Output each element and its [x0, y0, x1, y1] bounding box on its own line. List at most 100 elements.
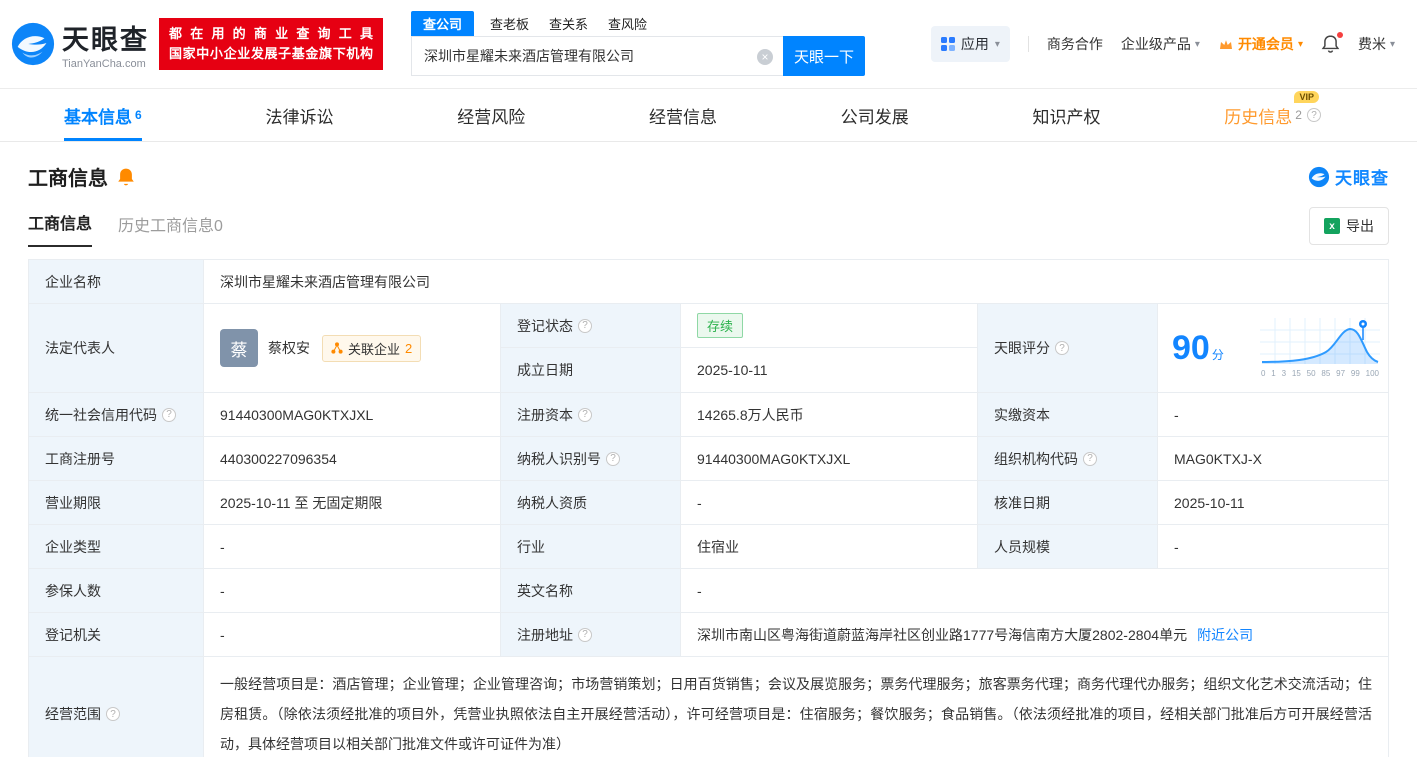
promo-line1: 都在用的商业查询工具 [169, 26, 373, 41]
label-insured-count: 参保人数 [29, 569, 204, 613]
label-organization-code: 组织机构代码 ? [978, 437, 1158, 481]
menu-divider [1027, 36, 1029, 52]
tab-history-info[interactable]: VIP 历史信息 2 ? [1224, 89, 1345, 141]
label-legal-representative: 法定代表人 [29, 304, 204, 393]
search-tab-boss[interactable]: 查老板 [490, 14, 529, 36]
chevron-down-icon: ▾ [1389, 38, 1395, 50]
value-paid-capital: - [1158, 393, 1388, 437]
label-company-type: 企业类型 [29, 525, 204, 569]
help-icon: ? [578, 318, 592, 333]
help-icon: ? [106, 707, 120, 721]
logo-name: 天眼查 [62, 25, 149, 55]
tab-count: 6 [135, 108, 142, 122]
chevron-down-icon: ▾ [994, 38, 1000, 50]
value-tianyan-score[interactable]: 90 分 0 1 3 15 50 85 97 99 100 [1158, 304, 1388, 393]
help-icon: ? [606, 451, 620, 466]
menu-open-vip[interactable]: 开通会员 ▾ [1218, 34, 1303, 54]
username: 费米 [1357, 36, 1386, 52]
tab-operation-risk[interactable]: 经营风险 [457, 89, 525, 141]
tab-count: 2 [1295, 108, 1302, 122]
apps-menu[interactable]: 应用 ▾ [930, 26, 1010, 62]
value-taxpayer-quality: - [681, 481, 978, 525]
search-tab-risk[interactable]: 查风险 [608, 14, 647, 36]
help-icon: ? [162, 407, 176, 422]
label-taxpayer-id: 纳税人识别号 ? [501, 437, 681, 481]
export-button[interactable]: x 导出 [1309, 207, 1389, 245]
menu-cooperation[interactable]: 商务合作 [1047, 34, 1103, 54]
promo-banner: 都在用的商业查询工具 国家中小企业发展子基金旗下机构 [159, 18, 383, 70]
subtab-history-business-info[interactable]: 历史工商信息0 [118, 212, 223, 247]
value-english-name: - [681, 569, 1388, 613]
value-registered-capital: 14265.8万人民币 [681, 393, 978, 437]
value-registration-number: 440300227096354 [204, 437, 501, 481]
value-industry: 住宿业 [681, 525, 978, 569]
legal-rep-avatar[interactable]: 蔡 [220, 329, 258, 367]
apps-grid-icon [940, 37, 955, 51]
search-button[interactable]: 天眼一下 [783, 36, 865, 76]
value-approval-date: 2025-10-11 [1158, 481, 1388, 525]
value-legal-representative: 蔡 蔡权安 关联企业 2 [204, 304, 501, 393]
search-tab-company[interactable]: 查公司 [411, 11, 475, 36]
tab-operation-info[interactable]: 经营信息 [649, 89, 717, 141]
search-area: 查公司 查老板 查关系 查风险 × 天眼一下 [411, 11, 865, 76]
search-input[interactable] [412, 37, 783, 75]
section-title: 工商信息 [28, 168, 108, 190]
excel-icon: x [1324, 218, 1340, 234]
label-registration-number: 工商注册号 [29, 437, 204, 481]
chevron-down-icon: ▾ [1194, 38, 1200, 50]
top-header: 天眼查 TianYanCha.com 都在用的商业查询工具 国家中小企业发展子基… [0, 0, 1417, 89]
score-axis-ticks: 0 1 3 15 50 85 97 99 100 [1261, 368, 1379, 378]
business-info-table: 企业名称 深圳市星耀未来酒店管理有限公司 法定代表人 蔡 蔡权安 关联企业 2 [28, 259, 1389, 757]
value-registered-address: 深圳市南山区粤海街道蔚蓝海岸社区创业路1777号海信南方大厦2802-2804单… [681, 613, 1388, 657]
help-icon: ? [1055, 341, 1069, 355]
label-registration-authority: 登记机关 [29, 613, 204, 657]
company-nav-tabs: 基本信息 6 法律诉讼 经营风险 经营信息 公司发展 知识产权 VIP 历史信息… [0, 89, 1417, 142]
label-registered-capital: 注册资本 ? [501, 393, 681, 437]
tab-intellectual-property[interactable]: 知识产权 [1033, 89, 1101, 141]
value-company-name: 深圳市星耀未来酒店管理有限公司 [204, 260, 1388, 304]
crown-icon [1219, 39, 1232, 49]
logo-swirl-icon [11, 22, 55, 66]
label-credit-code: 统一社会信用代码 ? [29, 393, 204, 437]
value-business-term: 2025-10-11 至 无固定期限 [204, 481, 501, 525]
related-companies-badge[interactable]: 关联企业 2 [322, 334, 422, 362]
help-icon: ? [1083, 451, 1097, 466]
apps-label: 应用 [960, 36, 989, 52]
tianyancha-logo[interactable]: 天眼查 TianYanCha.com [10, 18, 149, 70]
tab-basic-info[interactable]: 基本信息 6 [64, 89, 142, 141]
value-organization-code: MAG0KTXJ-X [1158, 437, 1388, 481]
notification-dot [1336, 32, 1343, 38]
chevron-down-icon: ▾ [1297, 38, 1303, 50]
value-business-scope: 一般经营项目是：酒店管理；企业管理；企业管理咨询；市场营销策划；日用百货销售；会… [220, 676, 1372, 752]
clear-input-icon[interactable]: × [757, 49, 773, 65]
tab-company-development[interactable]: 公司发展 [841, 89, 909, 141]
label-company-name: 企业名称 [29, 260, 204, 304]
value-registration-authority: - [204, 613, 501, 657]
subtab-business-info[interactable]: 工商信息 [28, 210, 93, 247]
legal-rep-name-link[interactable]: 蔡权安 [268, 338, 310, 358]
nearby-companies-link[interactable]: 附近公司 [1197, 625, 1253, 645]
notification-bell[interactable] [1321, 32, 1343, 54]
label-establish-date: 成立日期 [501, 348, 681, 393]
search-tabs: 查公司 查老板 查关系 查风险 [411, 11, 865, 36]
status-badge: 存续 [697, 313, 744, 338]
logo-domain: TianYanCha.com [62, 58, 146, 70]
score-distribution-chart: 0 1 3 15 50 85 97 99 100 [1260, 317, 1380, 379]
value-taxpayer-id: 91440300MAG0KTXJXL [681, 437, 978, 481]
tianyancha-watermark: 天眼查 [1308, 164, 1389, 189]
watermark-logo-icon [1308, 166, 1330, 187]
value-company-type: - [204, 525, 501, 569]
label-business-term: 营业期限 [29, 481, 204, 525]
tab-legal-litigation[interactable]: 法律诉讼 [265, 89, 333, 141]
label-taxpayer-quality: 纳税人资质 [501, 481, 681, 525]
value-insured-count: - [204, 569, 501, 613]
menu-enterprise-products[interactable]: 企业级产品 ▾ [1121, 34, 1200, 54]
value-establish-date: 2025-10-11 [681, 348, 978, 393]
search-tab-relation[interactable]: 查关系 [549, 14, 588, 36]
subscribe-bell-icon[interactable] [116, 167, 136, 187]
user-menu[interactable]: 费米 ▾ [1358, 34, 1395, 54]
promo-line2: 国家中小企业发展子基金旗下机构 [169, 46, 373, 61]
score-value: 90 [1172, 328, 1210, 367]
score-unit: 分 [1211, 347, 1224, 362]
help-icon: ? [578, 407, 592, 422]
